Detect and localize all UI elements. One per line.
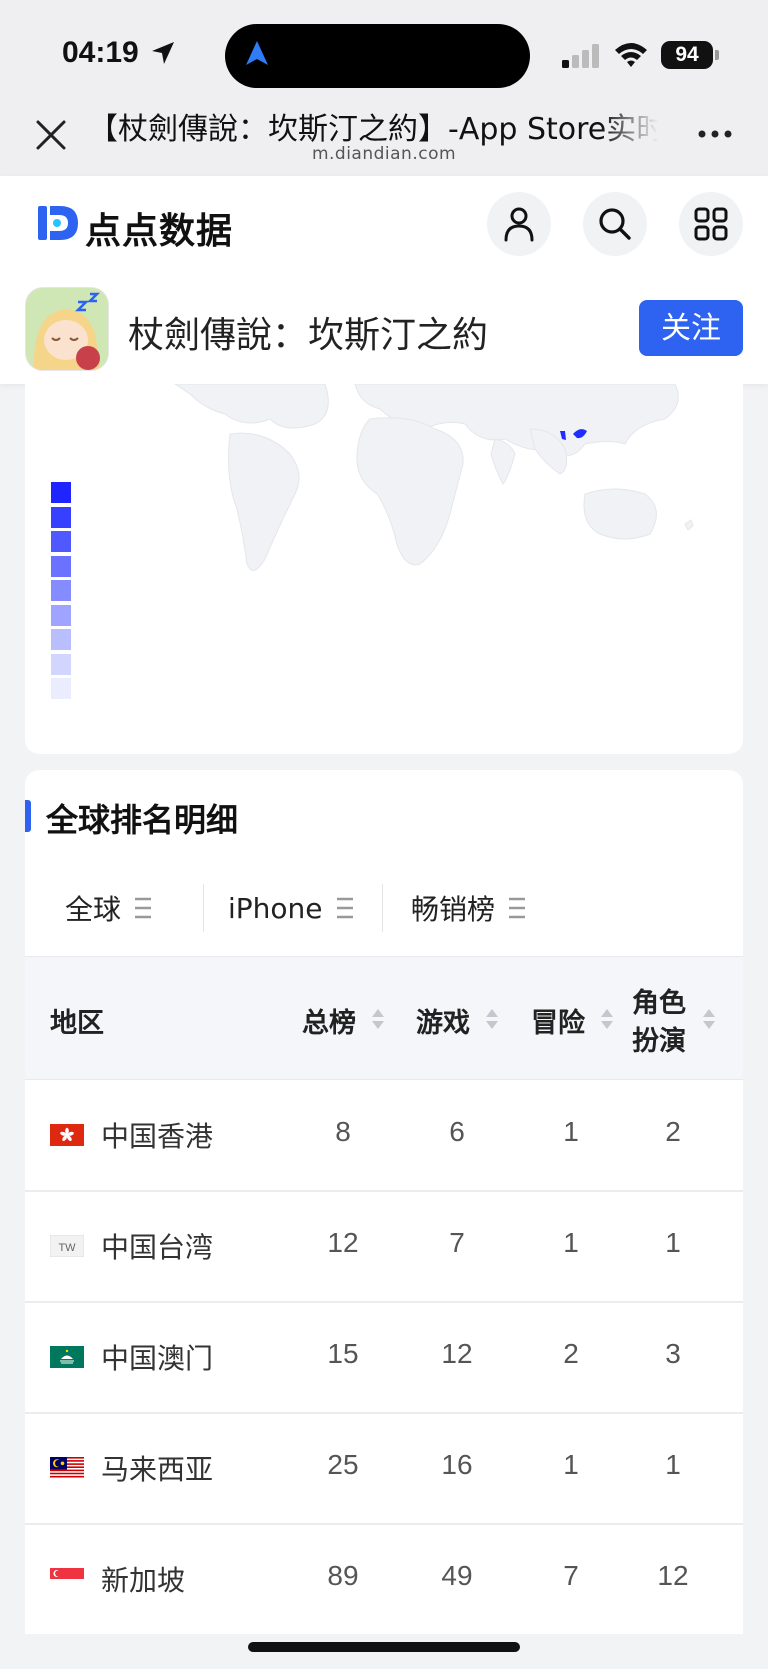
map-legend-swatch — [51, 506, 71, 528]
app-icon[interactable] — [25, 287, 109, 371]
app-character-icon — [26, 288, 108, 370]
rank-rpg: 1 — [665, 1449, 681, 1480]
table-row[interactable]: 马来西亚 25 16 1 1 — [25, 1412, 743, 1525]
app-name: 杖劍傳說：坎斯汀之約 — [128, 315, 489, 356]
filter-divider — [203, 884, 204, 932]
region-name: 新加坡 — [101, 1564, 186, 1597]
hong-kong-flag-icon — [50, 1124, 84, 1146]
table-row[interactable]: TW 中国台湾 12 7 1 1 — [25, 1190, 743, 1303]
map-legend-swatch — [51, 580, 71, 601]
column-header-region: 地区 — [50, 1008, 104, 1039]
filter-chart-label: 畅销榜 — [411, 893, 496, 926]
column-header-total[interactable]: 总榜 — [302, 1001, 356, 1040]
rank-total: 89 — [327, 1560, 359, 1591]
sort-icon[interactable] — [701, 1007, 717, 1031]
browser-url: m.diandian.com — [311, 144, 457, 164]
rank-rpg: 12 — [657, 1560, 689, 1591]
rank-games: 16 — [441, 1449, 473, 1480]
search-icon — [599, 208, 631, 240]
filter-device-dropdown[interactable]: iPhone — [228, 888, 355, 928]
menu-icon — [135, 897, 152, 919]
location-arrow-icon — [152, 42, 174, 64]
column-header-rpg-line1[interactable]: 角色 — [632, 981, 686, 1020]
column-header-games[interactable]: 游戏 — [416, 1001, 470, 1040]
map-legend-swatch — [51, 555, 71, 577]
svg-text:TW: TW — [58, 1242, 76, 1254]
rank-total: 25 — [327, 1449, 359, 1480]
more-options-icon[interactable] — [696, 128, 736, 140]
logo-text[interactable]: 点点数据 — [85, 202, 233, 254]
malaysia-flag-icon — [50, 1457, 84, 1479]
column-header-adventure[interactable]: 冒险 — [531, 1001, 585, 1040]
rank-total: 15 — [327, 1338, 359, 1369]
world-map — [174, 384, 694, 571]
account-button[interactable] — [487, 192, 551, 256]
macau-flag-icon — [50, 1346, 84, 1368]
map-legend-swatch — [51, 678, 71, 699]
map-legend-swatch — [51, 482, 71, 503]
user-icon — [504, 207, 534, 242]
home-indicator[interactable] — [248, 1642, 520, 1652]
filter-chart-dropdown[interactable]: 畅销榜 — [411, 888, 527, 928]
sort-icon[interactable] — [484, 1007, 500, 1031]
rank-games: 12 — [441, 1338, 473, 1369]
filter-region-label: 全球 — [65, 893, 122, 926]
region-name: 中国澳门 — [101, 1342, 214, 1375]
rank-rpg: 1 — [665, 1227, 681, 1258]
map-legend-swatch — [51, 531, 71, 552]
cellular-signal-icon — [562, 44, 599, 68]
battery-level: 94 — [661, 41, 713, 69]
rank-adventure: 1 — [563, 1116, 579, 1147]
table-row[interactable]: 新加坡 89 49 7 12 — [25, 1523, 743, 1634]
map-legend-swatch — [51, 604, 71, 626]
navigation-arrow-icon — [246, 41, 268, 65]
menu-icon — [509, 897, 526, 919]
dynamic-island — [225, 24, 530, 88]
rank-games: 49 — [441, 1560, 473, 1591]
apps-menu-button[interactable] — [679, 192, 743, 256]
rank-adventure: 1 — [563, 1227, 579, 1258]
column-header-rpg-line2[interactable]: 扮演 — [632, 1019, 686, 1058]
rank-games: 7 — [449, 1227, 465, 1258]
rank-adventure: 1 — [563, 1449, 579, 1480]
rank-adventure: 2 — [563, 1338, 579, 1369]
filter-device-label: iPhone — [228, 891, 323, 925]
table-row[interactable]: 中国澳门 15 12 2 3 — [25, 1301, 743, 1414]
map-legend-swatch — [51, 629, 71, 650]
grid-icon — [694, 207, 728, 241]
wifi-icon — [615, 43, 647, 67]
region-name: 中国台湾 — [101, 1231, 214, 1264]
table-row[interactable]: 中国香港 8 6 1 2 — [25, 1079, 743, 1192]
rank-total: 12 — [327, 1227, 359, 1258]
rank-rpg: 3 — [665, 1338, 681, 1369]
browser-page-title: 【杖劍傳說：坎斯汀之約】-App Store实时排名 — [88, 112, 658, 147]
filter-divider — [382, 884, 383, 932]
rank-adventure: 7 — [563, 1560, 579, 1591]
section-title: 全球排名明细 — [46, 801, 239, 839]
world-map-card — [25, 384, 743, 754]
rank-rpg: 2 — [665, 1116, 681, 1147]
follow-button[interactable]: 关注 — [639, 300, 743, 356]
map-legend-swatch — [51, 653, 71, 675]
diandian-logo-icon[interactable] — [36, 202, 80, 244]
menu-icon — [336, 897, 353, 919]
battery-cap — [715, 50, 719, 60]
rank-games: 6 — [449, 1116, 465, 1147]
filter-region-dropdown[interactable]: 全球 — [65, 888, 153, 928]
sort-icon[interactable] — [370, 1007, 386, 1031]
singapore-flag-icon — [50, 1568, 84, 1590]
table-header: 地区 总榜 游戏 冒险 角色 扮演 — [25, 956, 743, 1080]
sort-icon[interactable] — [599, 1007, 615, 1031]
region-name: 中国香港 — [101, 1120, 214, 1153]
status-time: 04:19 — [62, 36, 139, 69]
search-button[interactable] — [583, 192, 647, 256]
section-accent-bar — [25, 800, 31, 832]
taiwan-flag-icon: TW — [50, 1235, 84, 1257]
rank-total: 8 — [335, 1116, 351, 1147]
region-name: 马来西亚 — [101, 1453, 214, 1486]
